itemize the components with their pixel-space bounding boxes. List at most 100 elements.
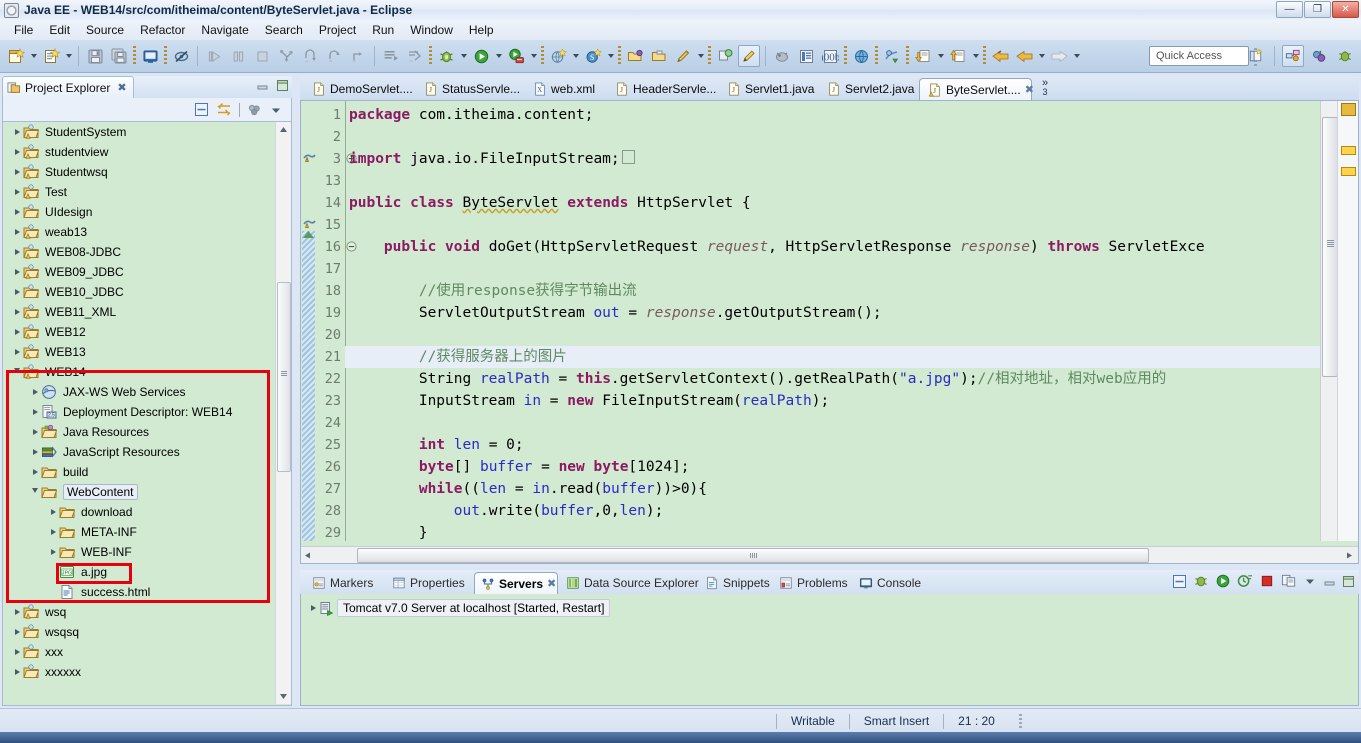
perspective-java-button[interactable] <box>1308 45 1330 67</box>
editor-marker-column[interactable]: ! <box>301 101 318 541</box>
overview-marker-2[interactable] <box>1341 167 1356 176</box>
tree-item-jax-ws-web-services[interactable]: JAX-WS Web Services <box>3 382 275 402</box>
expand-arrow-icon[interactable] <box>11 142 23 162</box>
expand-arrow-icon[interactable] <box>11 322 23 342</box>
tree-item-studentsystem[interactable]: StudentSystem <box>3 122 275 142</box>
menu-item-navigate[interactable]: Navigate <box>193 21 256 39</box>
stop-server-icon[interactable] <box>1259 573 1275 589</box>
annotation-icon[interactable] <box>380 45 402 67</box>
expand-arrow-icon[interactable] <box>11 282 23 302</box>
expand-arrow-icon[interactable] <box>29 382 41 402</box>
expand-arrow-icon[interactable] <box>307 598 319 618</box>
perspective-java-ee-button[interactable] <box>1282 45 1304 67</box>
menu-item-help[interactable]: Help <box>461 21 502 39</box>
bottom-tab-markers[interactable]: Markers <box>306 572 384 594</box>
expand-arrow-icon[interactable] <box>11 242 23 262</box>
tree-item-java-resources[interactable]: Java Resources <box>3 422 275 442</box>
editor-tab-overflow[interactable]: » 3 <box>1042 78 1048 97</box>
outline-icon[interactable] <box>795 45 817 67</box>
menu-item-run[interactable]: Run <box>364 21 402 39</box>
bottom-tab-servers[interactable]: Servers ✖ <box>474 572 558 594</box>
open-browser-icon[interactable] <box>850 45 872 67</box>
link-with-editor-icon[interactable] <box>216 102 232 117</box>
bottom-tab-snippets[interactable]: Snippets <box>699 572 771 594</box>
toggle-mark-occurrences-icon[interactable] <box>404 45 426 67</box>
close-button[interactable]: ✕ <box>1332 1 1359 18</box>
tree-item-web12[interactable]: WEB12 <box>3 322 275 342</box>
minimize-button[interactable]: — <box>1276 1 1303 18</box>
toggle-highlight-icon[interactable] <box>738 45 760 67</box>
tree-item-meta-inf[interactable]: META-INF <box>3 522 275 542</box>
expand-arrow-icon[interactable] <box>11 122 23 142</box>
hide-icon[interactable] <box>170 45 192 67</box>
view-menu-dots-icon[interactable] <box>247 102 262 117</box>
project-tree-scroll-thumb[interactable] <box>277 282 291 472</box>
collapse-all-icon[interactable] <box>1172 574 1187 589</box>
code-line[interactable]: int len = 0; <box>349 434 524 456</box>
hscroll-right-arrow[interactable] <box>1345 549 1356 560</box>
code-line[interactable]: InputStream in = new FileInputStream(rea… <box>349 390 829 412</box>
editor-tab-web-xml[interactable]: Xweb.xml <box>525 78 603 100</box>
coverage-icon[interactable] <box>771 45 793 67</box>
code-line[interactable]: public void doGet(HttpServletRequest req… <box>349 236 1205 258</box>
run-icon[interactable] <box>470 45 492 67</box>
new-dropdown-arrow[interactable] <box>28 45 39 67</box>
project-tree-scrollbar[interactable] <box>275 122 291 704</box>
maximize-icon[interactable] <box>276 79 289 92</box>
hscroll-left-arrow[interactable] <box>303 549 314 560</box>
new-web-dropdown-arrow[interactable] <box>570 45 581 67</box>
view-menu-icon[interactable] <box>1303 574 1317 588</box>
step-return-icon[interactable] <box>323 45 345 67</box>
save-all-icon[interactable] <box>108 45 130 67</box>
code-line[interactable]: public class ByteServlet extends HttpSer… <box>349 192 751 214</box>
scroll-up-icon[interactable] <box>277 123 289 136</box>
code-line[interactable]: byte[] buffer = new byte[1024]; <box>349 456 690 478</box>
collapse-all-icon[interactable] <box>194 102 209 117</box>
tree-item-web-inf[interactable]: WEB-INF <box>3 542 275 562</box>
new-jsp-dropdown-arrow[interactable] <box>63 45 74 67</box>
expand-arrow-icon[interactable] <box>47 502 59 522</box>
previous-annotation-icon[interactable] <box>912 45 934 67</box>
step-into-icon[interactable] <box>275 45 297 67</box>
skip-breakpoints-icon[interactable] <box>347 45 369 67</box>
editor-tab-byteservlet[interactable]: J ByteServlet.... ✖ <box>919 78 1034 100</box>
maximize-button[interactable]: ❐ <box>1304 1 1331 18</box>
tree-item-xxx[interactable]: xxx <box>3 642 275 662</box>
menu-item-file[interactable]: File <box>6 21 41 39</box>
expand-arrow-icon[interactable] <box>11 182 23 202</box>
start-server-icon[interactable] <box>1215 573 1231 589</box>
tree-item-web11-xml[interactable]: WEB11_XML <box>3 302 275 322</box>
new-web-project-icon[interactable] <box>547 45 569 67</box>
debug-dropdown-arrow[interactable] <box>458 45 469 67</box>
menu-item-project[interactable]: Project <box>311 21 364 39</box>
expand-arrow-icon[interactable] <box>29 462 41 482</box>
tree-item-wsqsq[interactable]: wsqsq <box>3 622 275 642</box>
editor-tab-demoservlet[interactable]: J DemoServlet.... <box>304 78 413 100</box>
terminate-icon[interactable] <box>251 45 273 67</box>
open-type-icon[interactable] <box>624 45 646 67</box>
close-icon[interactable]: ✖ <box>1025 83 1034 96</box>
editor-tab-headerservle[interactable]: J HeaderServle... <box>607 78 716 100</box>
run-dropdown-arrow[interactable] <box>493 45 504 67</box>
tree-item-web13[interactable]: WEB13 <box>3 342 275 362</box>
bottom-tab-properties[interactable]: Properties <box>386 572 472 594</box>
code-editor[interactable]: ! 1 2 3 13 14 15 16 17 18 19 20 21 22 23 24 25 26 27 28 29 … <box>300 100 1359 564</box>
run-on-server-icon[interactable] <box>505 45 527 67</box>
tree-item-xxxxxx[interactable]: xxxxxx <box>3 662 275 682</box>
menu-item-window[interactable]: Window <box>402 21 461 39</box>
overview-marker-1[interactable] <box>1341 146 1356 155</box>
forward-icon[interactable] <box>1048 45 1070 67</box>
editor-horizontal-scrollbar[interactable] <box>301 546 1358 563</box>
open-perspective-icon[interactable] <box>881 45 903 67</box>
code-line[interactable]: //获得服务器上的图片 <box>349 346 567 368</box>
collapse-arrow-icon[interactable] <box>11 362 23 382</box>
profile-server-icon[interactable] <box>1237 573 1253 589</box>
code-line[interactable]: while((len = in.read(buffer))>0){ <box>349 478 707 500</box>
new-jsp-icon[interactable] <box>40 45 62 67</box>
minimize-icon[interactable] <box>1323 575 1336 588</box>
editor-tab-servlet1-java[interactable]: J Servlet1.java <box>719 78 815 100</box>
tree-item-web10-jdbc[interactable]: WEB10_JDBC <box>3 282 275 302</box>
collapse-arrow-icon[interactable] <box>29 482 41 502</box>
open-console-icon[interactable] <box>139 45 161 67</box>
menu-item-refactor[interactable]: Refactor <box>132 21 193 39</box>
